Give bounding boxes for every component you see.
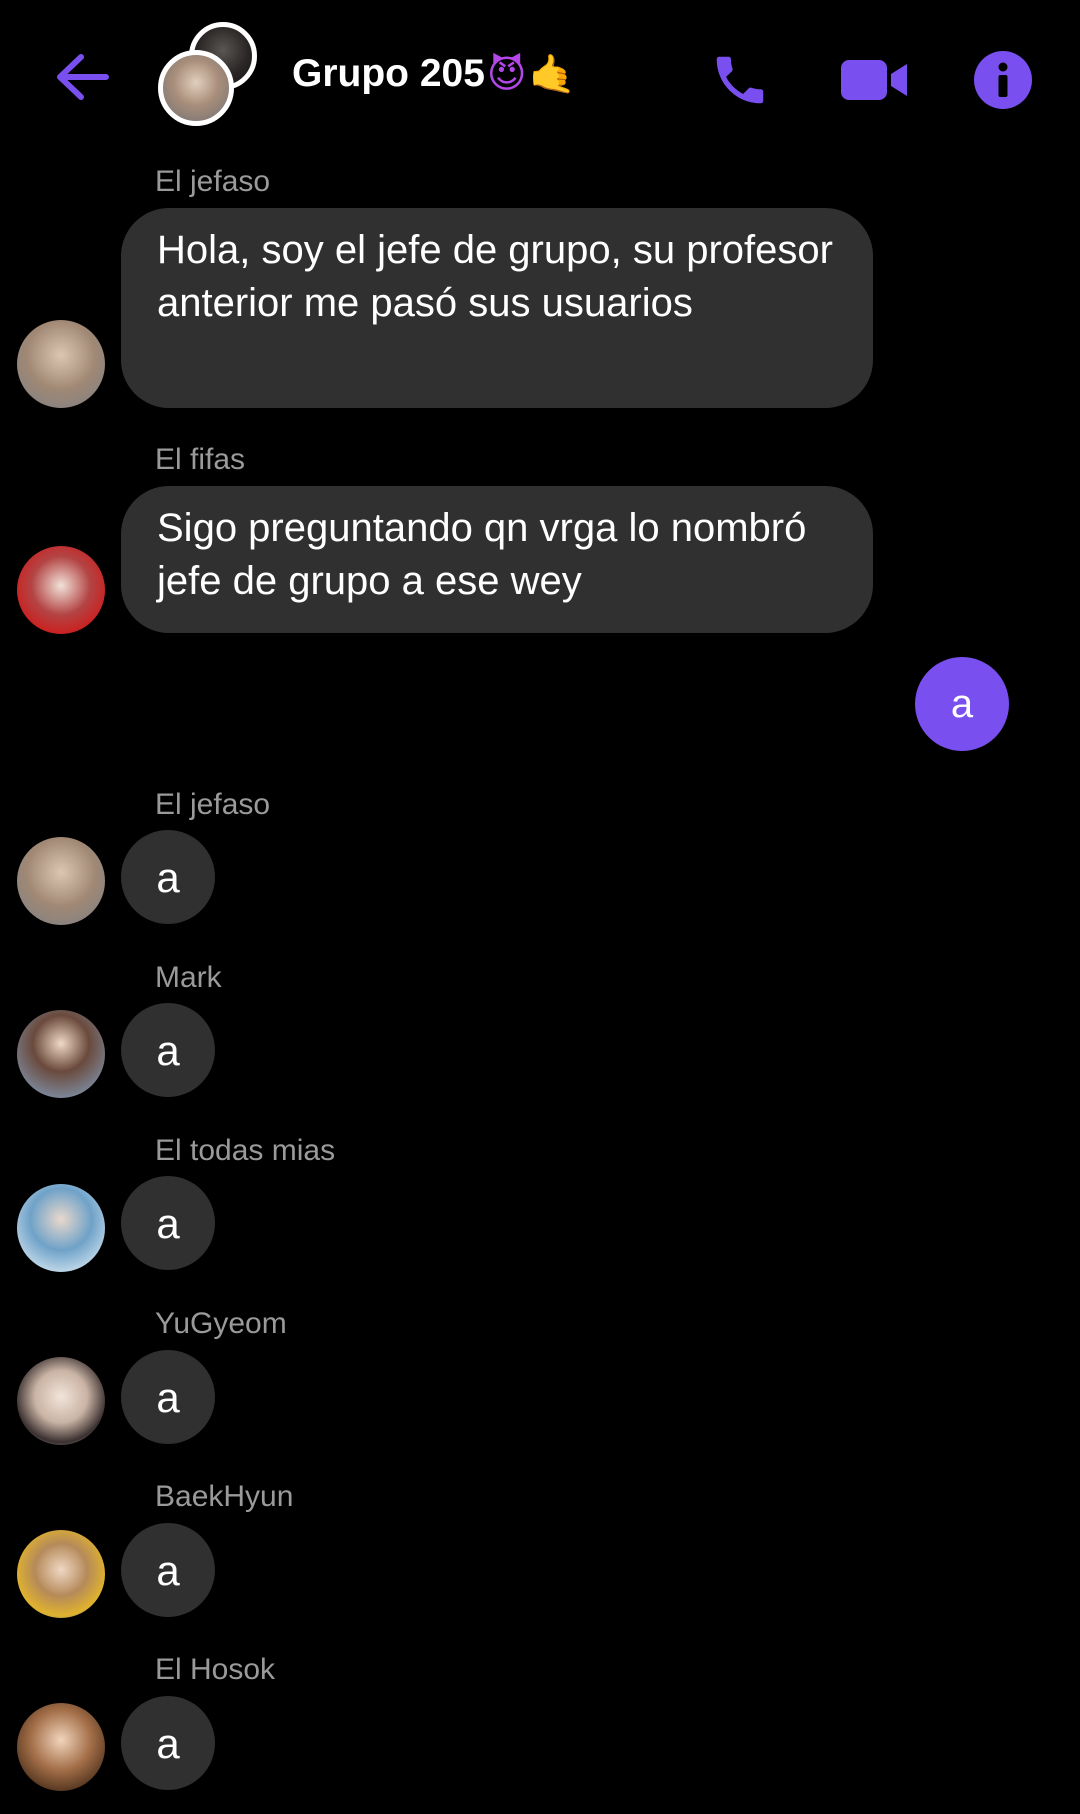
message-bubble[interactable]: Sigo preguntando qn vrga lo nombró jefe … [121, 486, 873, 633]
group-avatar[interactable] [155, 22, 265, 132]
message-bubble[interactable]: a [121, 1523, 215, 1617]
avatar[interactable] [17, 837, 105, 925]
avatar[interactable] [17, 1530, 105, 1618]
sender-name: El jefaso [155, 165, 271, 198]
sender-name: YuGyeom [155, 1307, 287, 1340]
sender-name: El jefaso [155, 788, 271, 821]
avatar[interactable] [17, 1357, 105, 1445]
sender-name: El todas mias [155, 1134, 336, 1167]
avatar[interactable] [17, 546, 105, 634]
arrow-left-icon [57, 54, 109, 100]
group-title[interactable]: Grupo 205 😈 🤙 [292, 52, 576, 96]
group-avatar-primary [158, 50, 234, 126]
call-me-hand-emoji: 🤙 [528, 52, 576, 96]
message-bubble[interactable]: a [121, 1176, 215, 1270]
video-camera-icon [841, 60, 907, 100]
back-button[interactable] [52, 42, 112, 112]
info-button[interactable] [969, 40, 1037, 120]
sender-name: BaekHyun [155, 1480, 294, 1513]
outgoing-message-bubble[interactable]: a [915, 657, 1009, 751]
message-bubble[interactable]: Hola, soy el jefe de grupo, su profesor … [121, 208, 873, 408]
message-bubble[interactable]: a [121, 830, 215, 924]
avatar[interactable] [17, 1703, 105, 1791]
message-bubble[interactable]: a [121, 1350, 215, 1444]
phone-icon [716, 56, 764, 104]
avatar[interactable] [17, 320, 105, 408]
sender-name: Mark [155, 961, 222, 994]
devil-emoji: 😈 [486, 52, 527, 96]
info-icon [974, 51, 1032, 109]
sender-name: El Hosok [155, 1653, 276, 1686]
call-button[interactable] [700, 40, 780, 120]
group-title-text: Grupo 205 [292, 52, 485, 95]
avatar[interactable] [17, 1184, 105, 1272]
message-bubble[interactable]: a [121, 1003, 215, 1097]
avatar[interactable] [17, 1010, 105, 1098]
video-call-button[interactable] [834, 40, 914, 120]
chat-header: Grupo 205 😈 🤙 [0, 0, 1080, 160]
sender-name: El fifas [155, 443, 246, 476]
message-bubble[interactable]: a [121, 1696, 215, 1790]
